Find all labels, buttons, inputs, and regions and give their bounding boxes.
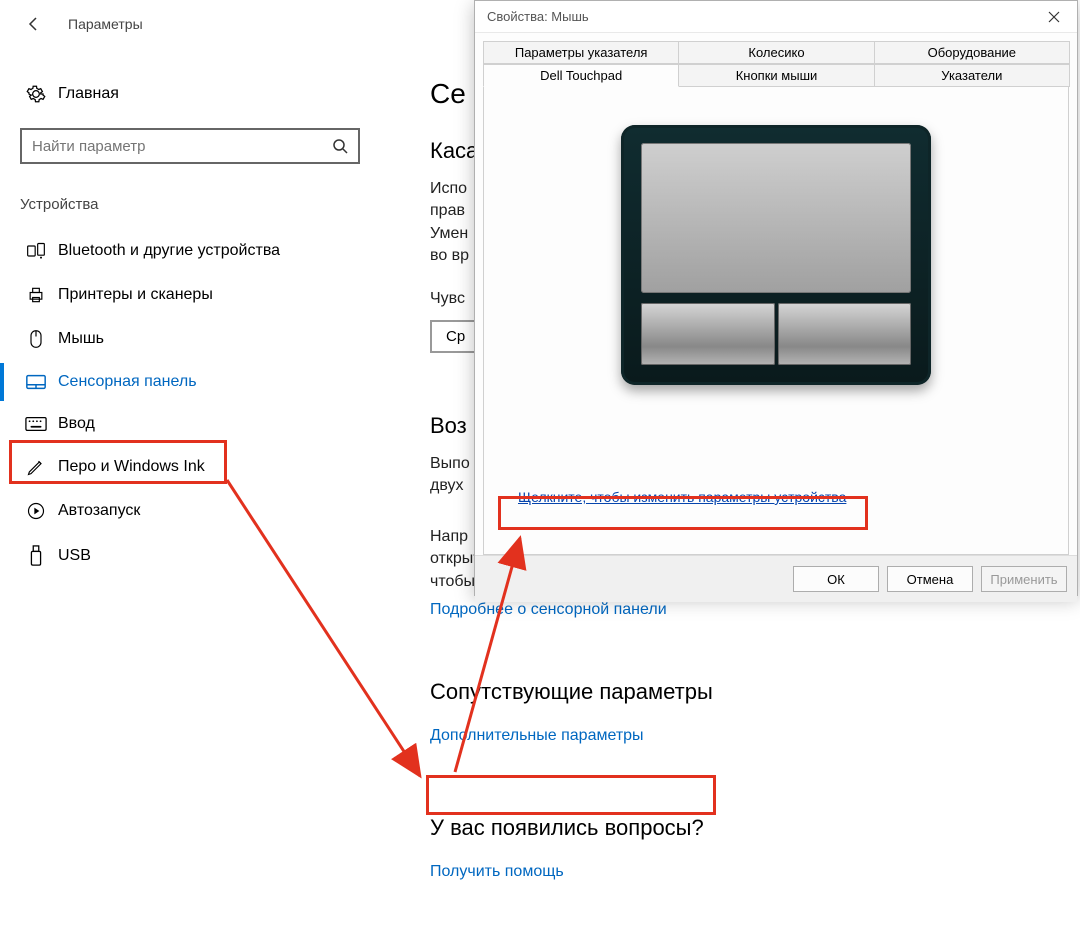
mouse-properties-dialog: Свойства: Мышь Параметры указателя Колес… <box>474 0 1078 596</box>
sidebar-item-label: Bluetooth и другие устройства <box>58 242 280 260</box>
sidebar: Главная Устройства Bluetooth и другие ус… <box>0 48 400 951</box>
dialog-title: Свойства: Мышь <box>487 9 1031 24</box>
sidebar-item-label: Автозапуск <box>58 502 140 520</box>
autoplay-icon <box>20 501 52 521</box>
sidebar-item-touchpad[interactable]: Сенсорная панель <box>0 361 400 403</box>
sidebar-item-mouse[interactable]: Мышь <box>0 317 400 361</box>
dialog-titlebar[interactable]: Свойства: Мышь <box>475 1 1077 33</box>
tab-mouse-buttons[interactable]: Кнопки мыши <box>678 64 874 87</box>
mouse-icon <box>20 329 52 349</box>
sidebar-item-printers[interactable]: Принтеры и сканеры <box>0 273 400 317</box>
sidebar-item-label: Мышь <box>58 330 104 348</box>
touchpad-icon <box>20 373 52 391</box>
cancel-button[interactable]: Отмена <box>887 566 973 592</box>
section-help: У вас появились вопросы? <box>430 815 1050 841</box>
sidebar-item-label: Перо и Windows Ink <box>58 458 205 476</box>
dropdown-value: Ср <box>446 328 465 345</box>
keyboard-icon <box>20 416 52 432</box>
dialog-button-row: ОК Отмена Применить <box>475 555 1077 602</box>
section-title: Устройства <box>0 186 400 229</box>
printer-icon <box>20 285 52 305</box>
sidebar-item-typing[interactable]: Ввод <box>0 403 400 445</box>
apply-button[interactable]: Применить <box>981 566 1067 592</box>
sidebar-item-autoplay[interactable]: Автозапуск <box>0 489 400 533</box>
tab-pointer-options[interactable]: Параметры указателя <box>483 41 679 64</box>
section-related: Сопутствующие параметры <box>430 679 1050 705</box>
more-touchpad-link[interactable]: Подробнее о сенсорной панели <box>430 601 667 619</box>
arrow-left-icon <box>26 16 42 32</box>
search-field[interactable] <box>32 138 332 155</box>
home-label: Главная <box>58 85 119 103</box>
additional-params-link[interactable]: Дополнительные параметры <box>430 727 644 745</box>
sidebar-item-pen[interactable]: Перо и Windows Ink <box>0 445 400 489</box>
sidebar-item-label: Ввод <box>58 415 95 433</box>
back-button[interactable] <box>18 8 50 40</box>
sidebar-item-label: Сенсорная панель <box>58 373 197 391</box>
pen-icon <box>20 457 52 477</box>
dialog-close-button[interactable] <box>1031 1 1077 33</box>
tab-hardware[interactable]: Оборудование <box>874 41 1070 64</box>
bluetooth-devices-icon <box>20 241 52 261</box>
home-button[interactable]: Главная <box>0 78 400 110</box>
ok-button[interactable]: ОК <box>793 566 879 592</box>
sidebar-item-label: Принтеры и сканеры <box>58 286 213 304</box>
search-icon <box>332 138 348 154</box>
sidebar-item-label: USB <box>58 547 91 565</box>
close-icon <box>1048 11 1060 23</box>
tab-panel: Щелкните, чтобы изменить параметры устро… <box>483 87 1069 555</box>
touchpad-image <box>621 125 931 405</box>
sidebar-item-bluetooth[interactable]: Bluetooth и другие устройства <box>0 229 400 273</box>
change-device-settings-link[interactable]: Щелкните, чтобы изменить параметры устро… <box>514 487 850 507</box>
tab-wheel[interactable]: Колесико <box>678 41 874 64</box>
gear-icon <box>20 84 52 104</box>
sidebar-item-usb[interactable]: USB <box>0 533 400 579</box>
search-input[interactable] <box>20 128 360 164</box>
usb-icon <box>20 545 52 567</box>
get-help-link[interactable]: Получить помощь <box>430 863 564 881</box>
tab-pointers[interactable]: Указатели <box>874 64 1070 87</box>
tab-dell-touchpad[interactable]: Dell Touchpad <box>483 64 679 87</box>
header-title: Параметры <box>68 16 143 32</box>
